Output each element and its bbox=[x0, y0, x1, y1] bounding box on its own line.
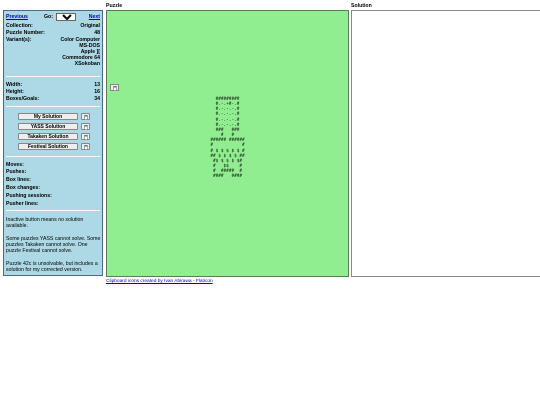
sidebar: Previous Go: 48 Next Collection: Origina… bbox=[3, 10, 103, 276]
solution-panel bbox=[351, 10, 540, 277]
note-42c: Puzzle 42c is unsolvable, but includes a… bbox=[6, 261, 98, 273]
copy-yass-solution-button[interactable] bbox=[81, 123, 90, 130]
height-row: Height: 16 bbox=[6, 89, 100, 95]
variant-item: XSokoban bbox=[74, 61, 100, 67]
height-label: Height: bbox=[6, 89, 24, 95]
puzzle-number-row: Puzzle Number: 48 bbox=[6, 30, 100, 36]
my-solution-button[interactable]: My Solution bbox=[18, 113, 78, 120]
moves-label: Moves: bbox=[6, 162, 24, 168]
clipboard-icon bbox=[84, 145, 88, 150]
note-solvers: Some puzzles YASS cannot solve. Some puz… bbox=[6, 236, 101, 254]
puzzle-panel: ######### #.-.+#-.# #.-.-.-.# #.-.-.-.# #.-.… bbox=[106, 10, 349, 277]
divider bbox=[6, 156, 100, 157]
box-changes-label: Box changes: bbox=[6, 185, 41, 191]
width-value: 13 bbox=[94, 82, 100, 88]
yass-solution-button[interactable]: YASS Solution bbox=[18, 123, 78, 130]
width-row: Width: 13 bbox=[6, 82, 100, 88]
pusher-lines-label: Pusher lines: bbox=[6, 201, 39, 207]
note-inactive: Inactive button means no solution availa… bbox=[6, 217, 84, 229]
collection-label: Collection: bbox=[6, 23, 33, 29]
copy-puzzle-button[interactable] bbox=[110, 84, 119, 91]
box-lines-label: Box lines: bbox=[6, 177, 31, 183]
puzzle-title: Puzzle bbox=[106, 3, 123, 9]
puzzle-grid: ######### #.-.+#-.# #.-.-.-.# #.-.-.-.# #.-.… bbox=[107, 97, 348, 180]
collection-row: Collection: Original bbox=[6, 23, 100, 29]
clipboard-icon bbox=[84, 125, 88, 130]
divider bbox=[6, 76, 100, 77]
puzzle-number-value: 48 bbox=[94, 30, 100, 36]
divider bbox=[6, 106, 100, 107]
takaken-solution-button[interactable]: Takaken Solution bbox=[18, 133, 78, 140]
copy-takaken-solution-button[interactable] bbox=[81, 133, 90, 140]
solution-title: Solution bbox=[351, 3, 372, 9]
go-label: Go: bbox=[44, 14, 53, 20]
divider bbox=[6, 210, 100, 211]
puzzle-select[interactable]: 48 bbox=[56, 13, 76, 21]
boxes-goals-label: Boxes/Goals: bbox=[6, 96, 40, 102]
boxes-goals-value: 34 bbox=[94, 96, 100, 102]
clipboard-icon bbox=[84, 115, 88, 120]
previous-link[interactable]: Previous bbox=[6, 14, 28, 20]
boxes-goals-row: Boxes/Goals: 34 bbox=[6, 96, 100, 102]
pushing-sessions-label: Pushing sessions: bbox=[6, 193, 52, 199]
collection-value: Original bbox=[80, 23, 100, 29]
clipboard-icon bbox=[113, 86, 117, 91]
navigation-bar: Previous Go: 48 Next bbox=[6, 13, 100, 22]
next-link[interactable]: Next bbox=[89, 14, 100, 20]
copy-my-solution-button[interactable] bbox=[81, 113, 90, 120]
width-label: Width: bbox=[6, 82, 23, 88]
variants-label: Variant(s): bbox=[6, 37, 32, 43]
height-value: 16 bbox=[94, 89, 100, 95]
copy-festival-solution-button[interactable] bbox=[81, 143, 90, 150]
clipboard-icon bbox=[84, 135, 88, 140]
pushes-label: Pushes: bbox=[6, 169, 27, 175]
festival-solution-button[interactable]: Festival Solution bbox=[18, 143, 78, 150]
puzzle-number-label: Puzzle Number: bbox=[6, 30, 45, 36]
clipboard-icons-credit-link[interactable]: Clipboard icons created by Ivan Abirawa … bbox=[106, 279, 213, 284]
puzzle-grid-row: #### #### bbox=[210, 174, 245, 180]
